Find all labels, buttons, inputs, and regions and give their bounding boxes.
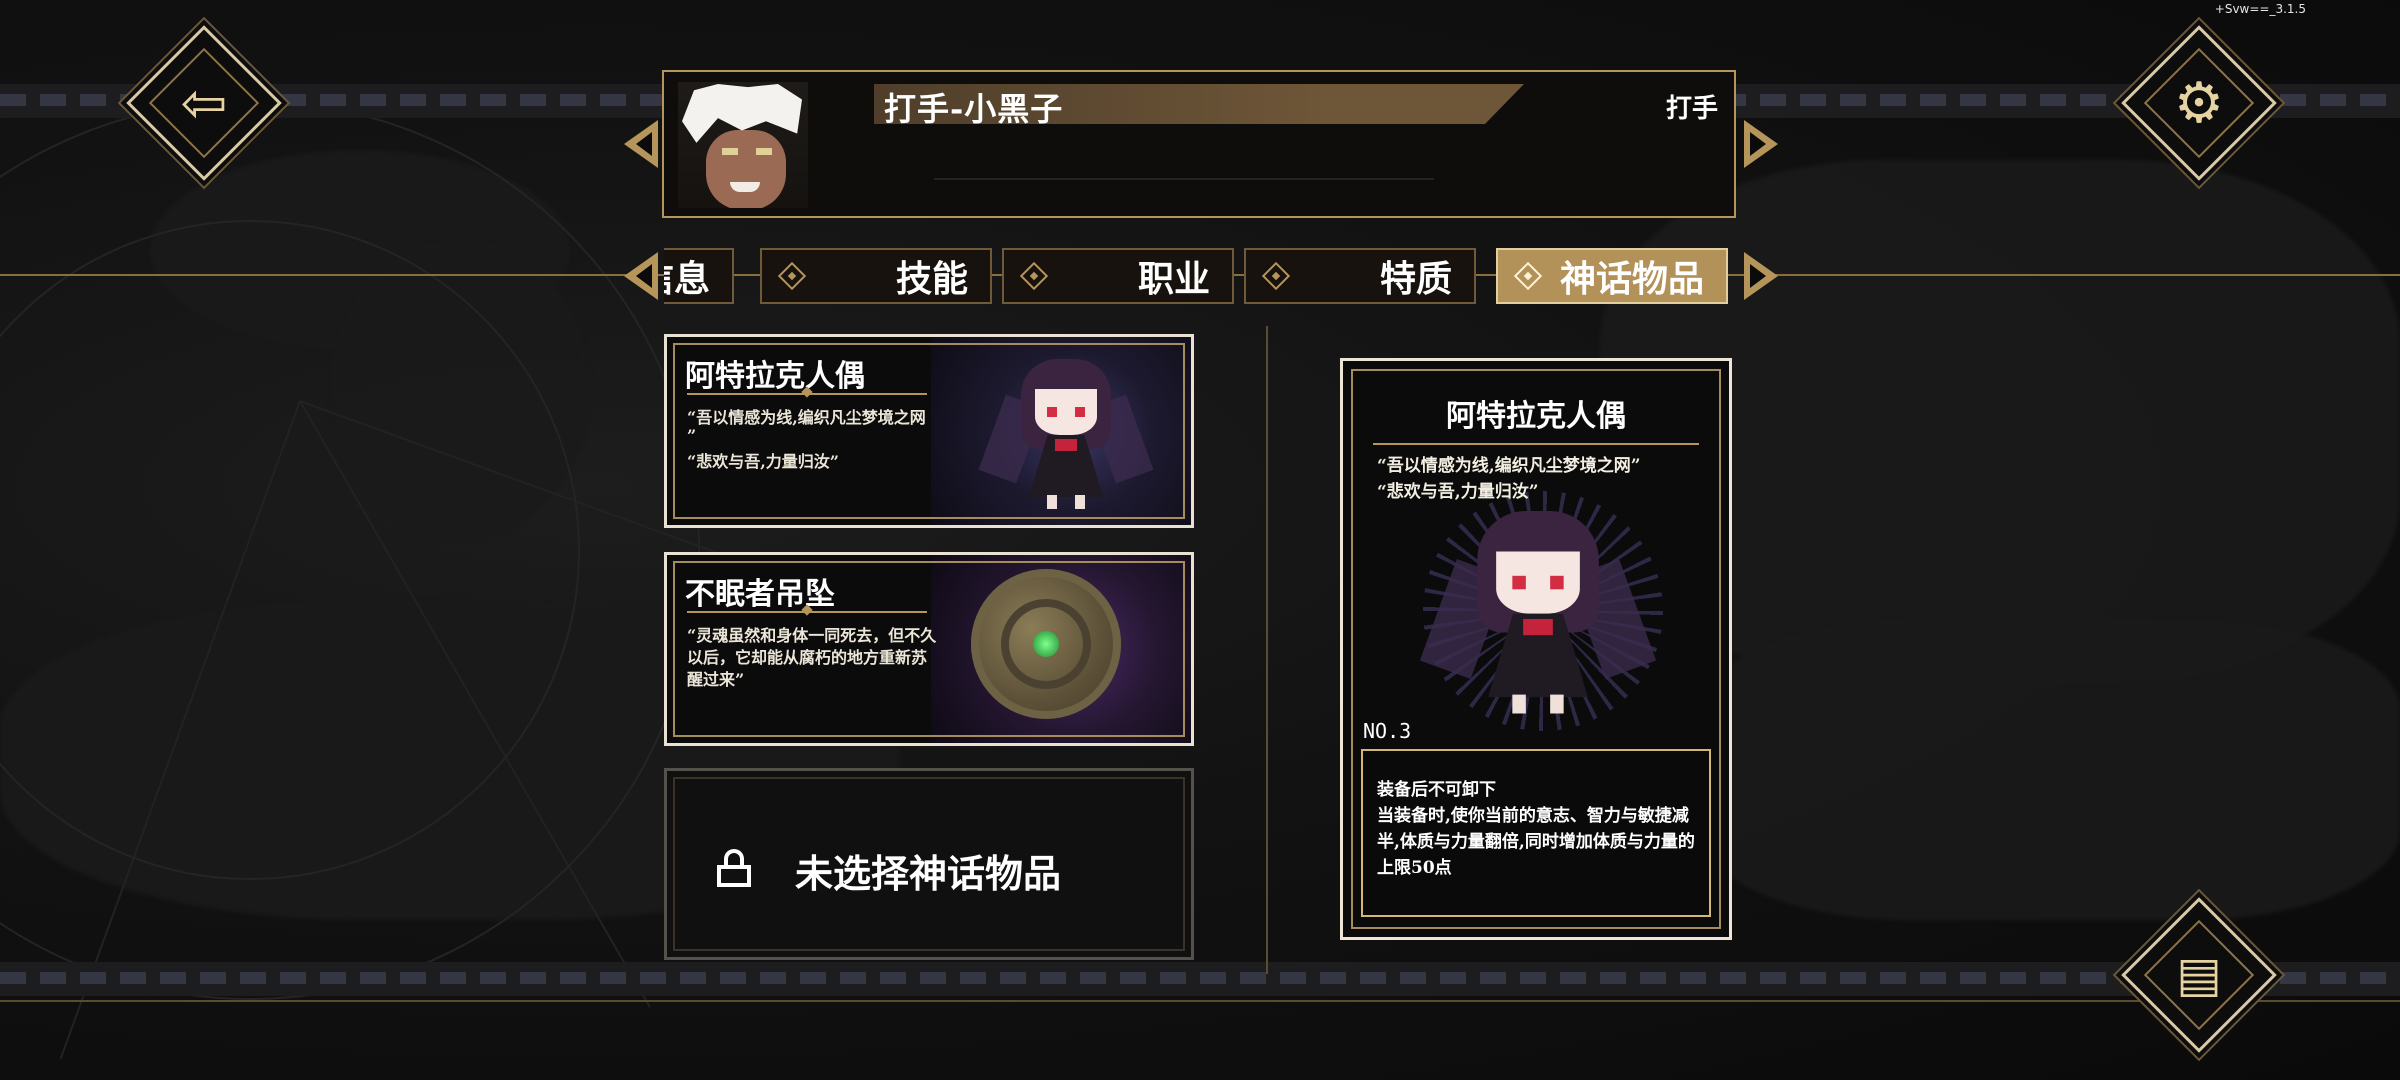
item-card-atlach-doll[interactable]: 阿特拉克人偶 “吾以情感为线,编织凡尘梦境之网 ” “悲欢与吾,力量归汝”	[664, 334, 1194, 528]
cards-icon: ▤	[2176, 947, 2222, 1003]
item-effect-box: 装备后不可卸下 当装备时,使你当前的意志、智力与敏捷减半,体质与力量翻倍,同时增…	[1361, 749, 1711, 917]
ornament-divider	[687, 611, 927, 613]
tabs-next-arrow[interactable]	[1744, 252, 1778, 300]
ornament-divider	[687, 393, 927, 395]
ornament-divider	[1373, 443, 1699, 445]
doll-icon	[1419, 511, 1657, 714]
version-label: +Svw==_3.1.5	[2214, 2, 2306, 16]
character-portrait	[678, 82, 808, 208]
item-description: “灵魂虽然和身体一同死去，但不久以后，它却能从腐朽的地方重新苏醒过来”	[687, 626, 937, 689]
tab-label: 神话物品	[1559, 258, 1704, 300]
tab-label: 特质	[1379, 258, 1452, 300]
character-name: 打手-小黑子	[884, 90, 1064, 128]
tab-skills[interactable]: 技能	[760, 248, 992, 304]
tab-label: 信息	[664, 258, 710, 300]
film-strip-bottom	[0, 962, 2400, 996]
tab-mythic-items[interactable]: 神话物品	[1496, 248, 1728, 304]
detail-quote: “吾以情感为线,编织凡尘梦境之网” “悲欢与吾,力量归汝”	[1377, 456, 1641, 502]
detail-title: 阿特拉克人偶	[1446, 399, 1626, 434]
next-character-arrow[interactable]	[1744, 120, 1778, 168]
lock-icon	[717, 849, 751, 887]
bottom-rule-line	[0, 1000, 2400, 1002]
character-header: 打手-小黑子 打手	[662, 70, 1736, 218]
settings-button[interactable]: ⚙	[2121, 25, 2277, 181]
empty-slot-label: 未选择神话物品	[795, 851, 1062, 896]
back-button[interactable]: ⇦	[126, 25, 282, 181]
empty-item-slot[interactable]: 未选择神话物品	[664, 768, 1194, 960]
item-title: 阿特拉克人偶	[685, 359, 865, 394]
tabs-prev-arrow[interactable]	[624, 252, 658, 300]
item-card-sleepless-pendant[interactable]: 不眠者吊坠 “灵魂虽然和身体一同死去，但不久以后，它却能从腐朽的地方重新苏醒过来…	[664, 552, 1194, 746]
prev-character-arrow[interactable]	[624, 120, 658, 168]
item-detail-card: 阿特拉克人偶 “吾以情感为线,编织凡尘梦境之网” “悲欢与吾,力量归汝” NO.…	[1340, 358, 1732, 940]
tab-info[interactable]: 信息	[664, 248, 734, 304]
panel-divider	[1266, 326, 1268, 974]
tab-traits[interactable]: 特质	[1244, 248, 1476, 304]
item-number: NO.3	[1363, 719, 1412, 743]
item-description: “吾以情感为线,编织凡尘梦境之网 ” “悲欢与吾,力量归汝”	[687, 408, 926, 471]
tab-label: 技能	[895, 258, 968, 300]
item-title: 不眠者吊坠	[685, 577, 835, 612]
tab-label: 职业	[1137, 258, 1210, 300]
tab-profession[interactable]: 职业	[1002, 248, 1234, 304]
character-class: 打手	[1665, 94, 1718, 124]
cards-button[interactable]: ▤	[2121, 897, 2277, 1053]
gear-icon: ⚙	[2173, 70, 2225, 136]
tab-bar: 信息 技能 职业 特质 神话物品	[664, 246, 1734, 306]
back-arrow-icon: ⇦	[180, 70, 228, 136]
